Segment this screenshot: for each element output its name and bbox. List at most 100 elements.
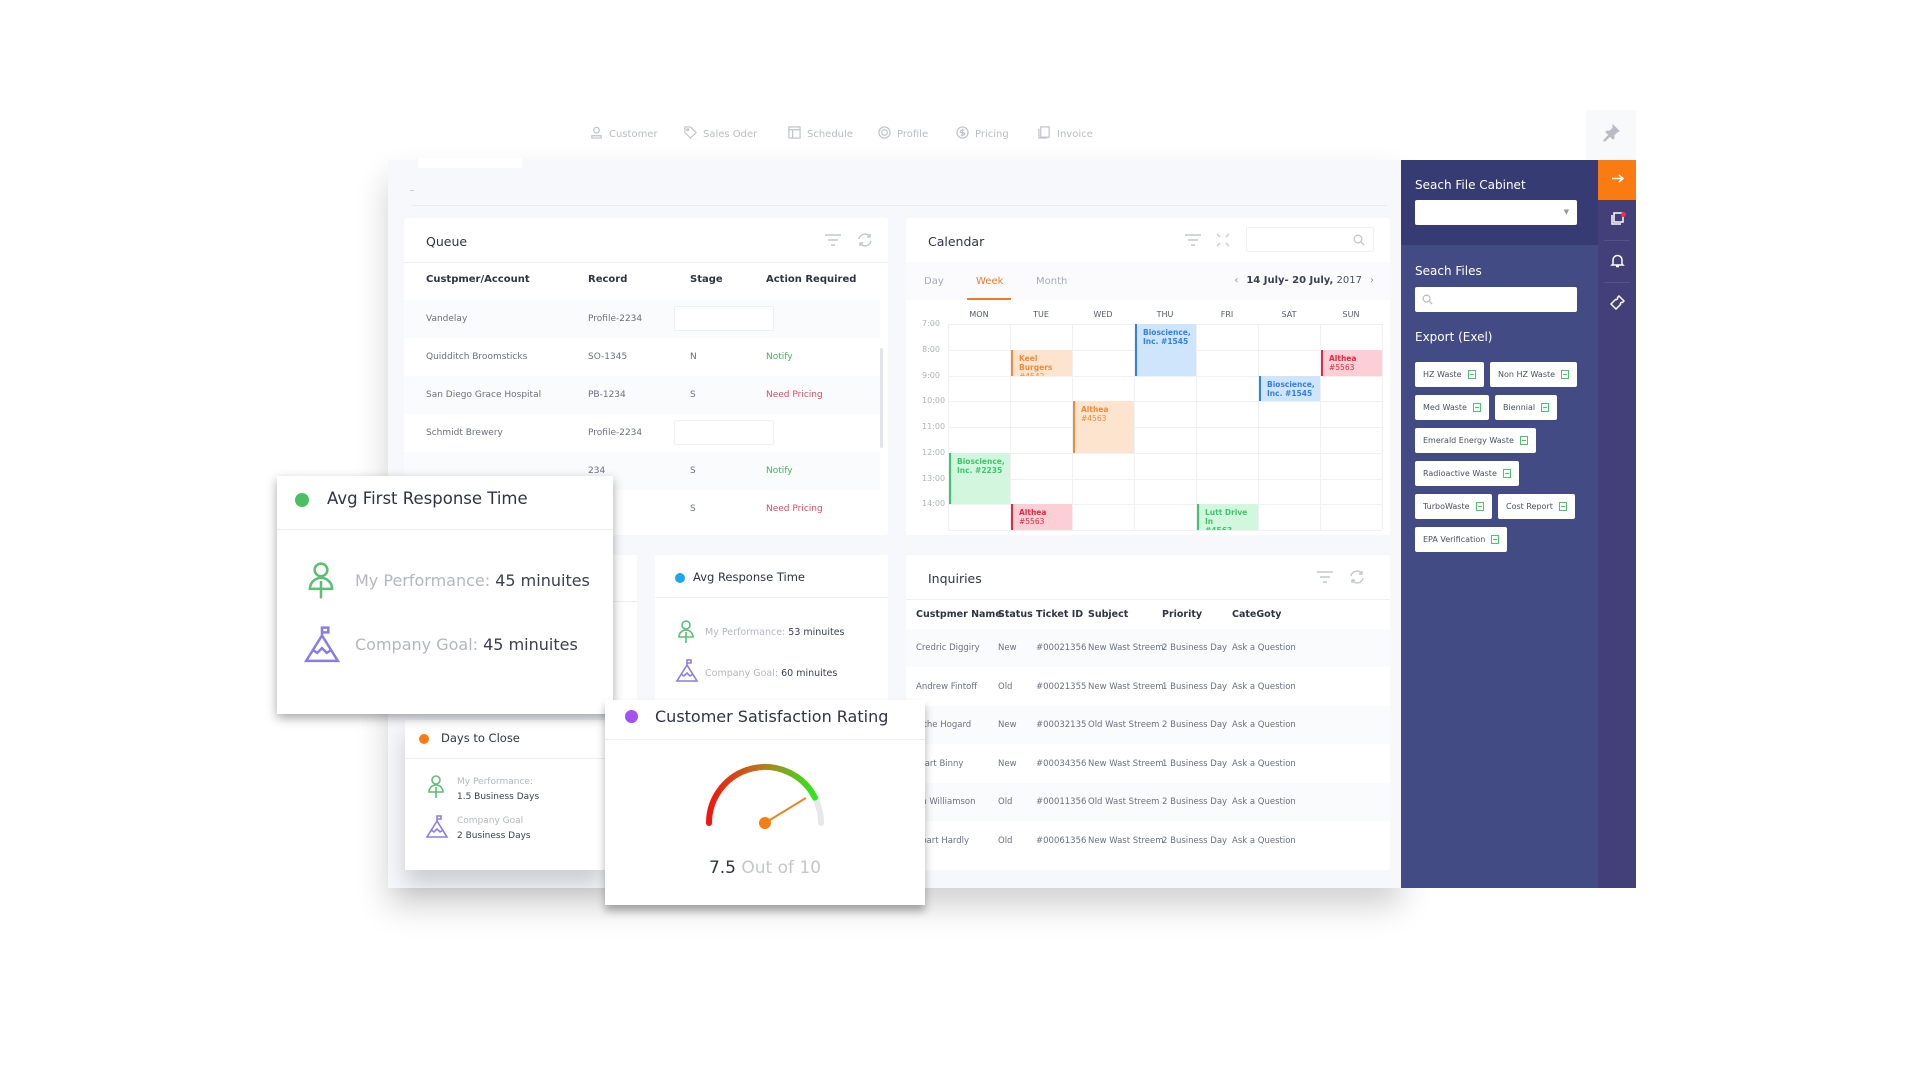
nav-label: Customer — [609, 128, 658, 140]
notifications-button[interactable] — [1598, 242, 1636, 282]
scrollbar[interactable] — [880, 348, 883, 448]
calendar-event[interactable]: Keel Burgers#4542 — [1011, 349, 1072, 376]
chevron-down-icon: ▼ — [1563, 208, 1569, 216]
refresh-icon[interactable] — [856, 232, 874, 248]
table-cell: Ask a Question — [1232, 681, 1296, 692]
calendar-event[interactable]: Althea #5563 — [1321, 349, 1382, 376]
action-link[interactable]: Notify — [766, 352, 793, 362]
inquiries-title: Inquiries — [928, 571, 982, 586]
export-button[interactable]: Non HZ Waste — [1490, 362, 1578, 387]
export-button[interactable]: TurboWaste — [1415, 494, 1492, 519]
column-header[interactable]: Ticket ID — [1036, 609, 1083, 620]
calendar-event[interactable]: Lutt Drive In#4563 — [1197, 504, 1258, 530]
table-row[interactable]: en Williamson Old #00011356 Old Wast Streem… — [906, 783, 1390, 821]
filter-icon[interactable] — [1316, 569, 1334, 585]
kpi-performance: My Performance: 53 minuites — [705, 627, 844, 638]
table-row[interactable]: Andrew Fintoff Old #00021355 New Wast Stree… — [906, 668, 1390, 706]
table-row[interactable]: San Diego Grace Hospital PB-1234 S Need Pri… — [404, 376, 880, 414]
calendar-event[interactable]: Bioscience, Inc. #1545 — [1135, 324, 1196, 376]
tab-month[interactable]: Month — [1036, 276, 1067, 287]
nav-item-customer[interactable]: Customer — [590, 126, 658, 142]
nav-item-sales-order[interactable]: Sales Oder — [684, 126, 757, 142]
filter-icon[interactable] — [824, 232, 842, 248]
export-button[interactable]: Emerald Energy Waste — [1415, 428, 1536, 453]
table-row[interactable]: Credric Diggiry New #00021356 New Wast Stre… — [906, 629, 1390, 667]
column-header[interactable]: Action Required — [766, 274, 856, 285]
collapse-sidebar-button[interactable] — [1598, 160, 1636, 200]
action-input[interactable] — [674, 306, 774, 331]
person-icon — [306, 562, 336, 600]
calendar-event[interactable]: Althea #5563 — [1011, 504, 1072, 530]
column-header[interactable]: Status — [998, 609, 1033, 620]
queue-title: Queue — [426, 234, 468, 249]
event-title: Althea — [1329, 353, 1357, 363]
table-cell: #00011356 — [1036, 797, 1087, 807]
export-button[interactable]: EPA Verification — [1415, 527, 1508, 552]
table-row[interactable]: VandelayProfile-2234N — [404, 300, 880, 338]
table-cell: Ask a Question — [1232, 835, 1296, 846]
search-files-input[interactable] — [1415, 287, 1577, 312]
tab-week[interactable]: Week — [976, 276, 1003, 287]
table-row[interactable]: Quidditch Broomsticks SO-1345 N Notify — [404, 338, 880, 376]
export-button-label: TurboWaste — [1423, 502, 1470, 511]
table-row[interactable]: lethe Hogard New #00032135 Old Wast Streem 2… — [906, 706, 1390, 744]
column-header[interactable]: Subject — [1088, 609, 1128, 620]
export-button[interactable]: HZ Waste — [1415, 362, 1484, 387]
table-row[interactable]: obart Hardly Old #00061356 New Wast Streem 2… — [906, 822, 1390, 860]
calendar-event[interactable]: Bioscience, Inc. #1545 — [1259, 375, 1320, 402]
column-header[interactable]: Stage — [690, 274, 723, 285]
nav-item-profile[interactable]: Profile — [878, 126, 928, 142]
gauge-needle — [764, 797, 807, 824]
kpi-label: Company Goal — [457, 816, 524, 826]
column-header[interactable]: CateGoty — [1232, 609, 1281, 620]
filter-icon[interactable] — [1184, 232, 1202, 248]
export-button-label: Radioactive Waste — [1423, 469, 1497, 478]
tickets-button[interactable] — [1598, 284, 1636, 324]
calendar-time-label: 13:00 — [922, 473, 946, 483]
nav-item-schedule[interactable]: Schedule — [788, 126, 853, 142]
calendar-title: Calendar — [928, 234, 985, 249]
export-button[interactable]: Radioactive Waste — [1415, 461, 1519, 486]
action-input[interactable] — [674, 420, 774, 445]
action-link[interactable]: Notify — [766, 466, 793, 476]
table-row[interactable]: Schmidt BreweryProfile-2234A — [404, 414, 880, 452]
column-header[interactable]: Custpmer Name — [916, 609, 1002, 620]
pin-button[interactable] — [1586, 110, 1636, 160]
expand-icon[interactable] — [1214, 232, 1232, 248]
column-header[interactable]: Record — [588, 274, 627, 285]
next-week-button[interactable]: › — [1370, 275, 1374, 286]
calendar-event[interactable]: Bioscience, Inc. #2235 — [949, 452, 1010, 505]
export-button[interactable]: Med Waste — [1415, 395, 1489, 420]
table-row[interactable]: tuart Binny New #00034356 New Wast Streem 1 … — [906, 745, 1390, 783]
event-title: Bioscience, — [957, 456, 1005, 466]
table-cell: PB-1234 — [588, 390, 626, 400]
tab-day[interactable]: Day — [924, 276, 944, 287]
action-link[interactable]: Need Pricing — [766, 390, 823, 400]
kpi-label: My Performance: — [355, 571, 491, 590]
table-cell: S — [690, 504, 696, 514]
table-cell: S — [690, 390, 696, 400]
card-title: Avg First Response Time — [327, 489, 528, 508]
table-cell: New Wast Streem — [1088, 643, 1164, 653]
mountain-flag-icon — [303, 626, 341, 664]
export-button[interactable]: Cost Report — [1498, 494, 1575, 519]
calendar-search-input[interactable] — [1246, 227, 1374, 252]
prev-week-button[interactable]: ‹ — [1234, 275, 1238, 286]
export-button[interactable]: Biennial — [1495, 395, 1558, 420]
nav-item-invoice[interactable]: Invoice — [1038, 126, 1093, 142]
calendar-day-header: TUE — [1033, 310, 1049, 319]
documents-button[interactable] — [1598, 200, 1636, 240]
kpi-goal: Company Goal 2 Business Days — [457, 814, 531, 844]
nav-item-pricing[interactable]: Pricing — [956, 126, 1009, 142]
action-link[interactable]: Need Pricing — [766, 504, 823, 514]
excel-file-icon — [1558, 502, 1567, 511]
calendar-event[interactable]: Althea #4563 — [1073, 401, 1134, 453]
column-header[interactable]: Custpmer/Account — [426, 274, 530, 285]
refresh-icon[interactable] — [1348, 569, 1366, 585]
date-range-label: 14 July- 20 July, — [1246, 275, 1334, 286]
column-header[interactable]: Priority — [1162, 609, 1202, 620]
table-cell: 1 Business Day — [1162, 758, 1228, 769]
file-cabinet-select[interactable]: ▼ — [1415, 200, 1577, 225]
kpi-value: 53 minuites — [788, 627, 845, 638]
breadcrumb — [410, 190, 414, 191]
